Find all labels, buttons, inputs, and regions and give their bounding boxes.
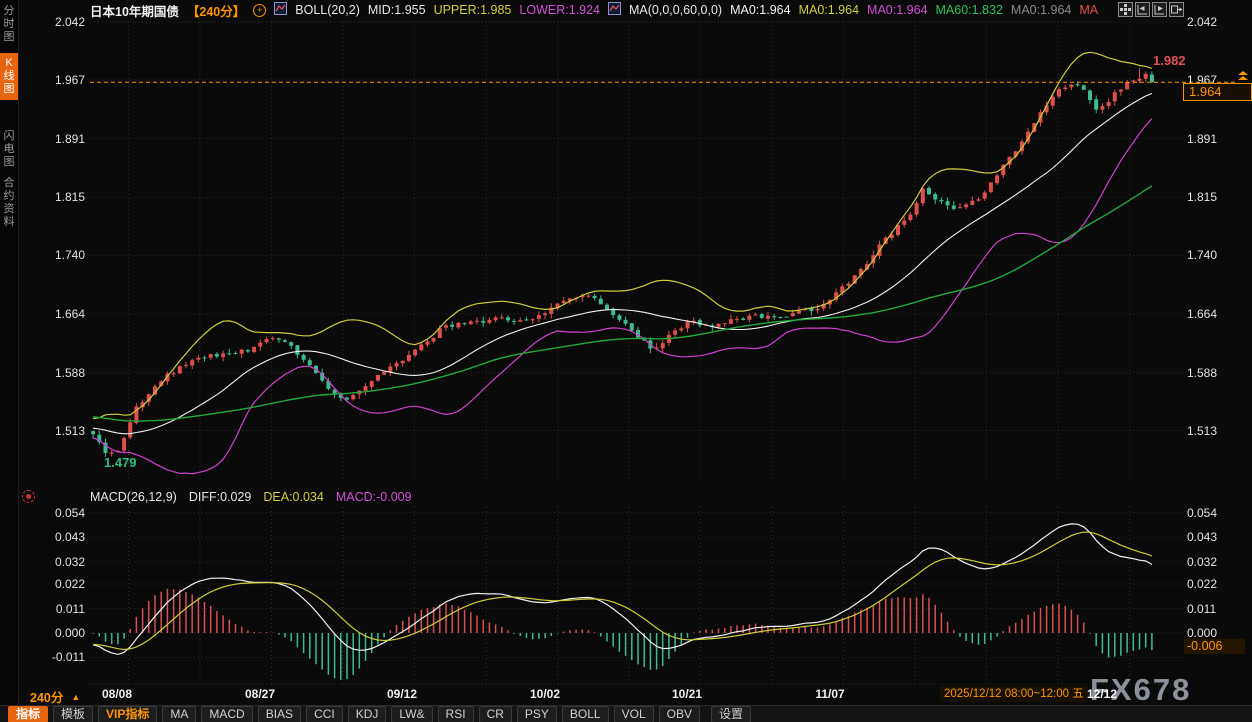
price-tick: 2.042 [1187, 15, 1217, 29]
current-price-box: 1.964 [1183, 83, 1252, 101]
price-tick: 1.815 [33, 190, 85, 204]
macd-macd-value: MACD:-0.009 [336, 490, 412, 504]
sidebar-item-kline-chart[interactable]: K线图 [0, 53, 18, 100]
period-low-label: 1.479 [104, 455, 137, 470]
tab-macd[interactable]: MACD [201, 706, 252, 722]
macd-label: MACD(26,12,9) [90, 490, 177, 504]
macd-tick: 0.043 [33, 530, 85, 544]
mini-chart-icon[interactable] [274, 2, 287, 18]
tab-kdj[interactable]: KDJ [348, 706, 387, 722]
chart-type-sidebar: 分时图 K线图闪电图合约资料 [0, 0, 19, 722]
date-label: 11/07 [815, 687, 844, 701]
pan-right-icon[interactable] [1169, 2, 1184, 17]
price-tick: 1.891 [1187, 132, 1217, 146]
tab-ma[interactable]: MA [162, 706, 196, 722]
tab-bias[interactable]: BIAS [258, 706, 301, 722]
tab-cci[interactable]: CCI [306, 706, 343, 722]
macd-header: MACD(26,12,9) DIFF:0.029 DEA:0.034 MACD:… [90, 490, 412, 504]
boll-upper-value: UPPER:1.985 [434, 3, 512, 17]
tab-obv[interactable]: OBV [659, 706, 700, 722]
macd-current-value-box: -0.006 [1184, 639, 1245, 654]
period-selector[interactable]: 240分 ▲ [30, 687, 80, 706]
move-icon[interactable] [1118, 2, 1133, 17]
tab-settings[interactable]: 设置 [711, 706, 751, 722]
price-tick: 1.513 [1187, 424, 1217, 438]
macd-tick: 0.043 [1187, 530, 1217, 544]
macd-tick: 0.000 [1187, 626, 1217, 640]
sidebar-item-time-chart[interactable]: 分时图 [0, 5, 18, 44]
price-tick: 1.967 [33, 73, 85, 87]
tab-template[interactable]: 模板 [53, 706, 93, 722]
ma-label: MA(0,0,0,60,0,0) [629, 3, 722, 17]
price-tick: 1.588 [33, 366, 85, 380]
zoom-in-icon[interactable] [1152, 2, 1167, 17]
current-session-box: 2025/12/12 08:00~12:00 五 [940, 686, 1088, 702]
macd-tick: 0.022 [33, 577, 85, 591]
chart-header: 日本10年期国债 【240分】 + BOLL(20,2) MID:1.955 U… [90, 2, 1098, 18]
tab-rsi[interactable]: RSI [438, 706, 474, 722]
boll-mid-value: MID:1.955 [368, 3, 426, 17]
chart-window-controls [1118, 2, 1184, 17]
date-label: 08/08 [102, 687, 132, 701]
sidebar-item-contract-info[interactable]: 合约资料 [0, 177, 18, 229]
sidebar-item-lightning-chart[interactable]: 闪电图 [0, 130, 18, 169]
chevron-up-icon: ▲ [71, 692, 80, 702]
date-label: 10/21 [672, 687, 702, 701]
ma-value: MA0:1.964 [867, 3, 927, 17]
price-tick: 1.740 [1187, 248, 1217, 262]
date-label: 08/27 [245, 687, 275, 701]
macd-tick: 0.054 [33, 506, 85, 520]
macd-tick: 0.032 [33, 555, 85, 569]
price-tick: 2.042 [33, 15, 85, 29]
macd-tick: 0.011 [1187, 602, 1216, 616]
macd-tick: -0.011 [33, 650, 85, 664]
price-tick: 1.664 [33, 307, 85, 321]
price-tick: 1.815 [1187, 190, 1217, 204]
crosshair-circle-icon[interactable]: + [253, 4, 266, 17]
price-tick: 1.891 [33, 132, 85, 146]
tab-lwr[interactable]: LW& [391, 706, 432, 722]
tab-indicator[interactable]: 指标 [8, 706, 48, 722]
indicator-toolbar: 指标模板 VIP指标 MA MACD BIAS CCI KDJLW&RSI CR PSY BOLL… [0, 705, 1252, 722]
tab-vip-indicator[interactable]: VIP指标 [98, 706, 157, 722]
zoom-out-icon[interactable] [1135, 2, 1150, 17]
macd-tick: 0.054 [1187, 506, 1217, 520]
ma-values: MA0:1.964 MA0:1.964 MA0:1.964 MA60:1.832 MA0… [730, 3, 1098, 17]
ma-value: MA0:1.964 [799, 3, 859, 17]
ma-value: MA0:1.964 [1011, 3, 1071, 17]
price-marker-icon [1238, 71, 1248, 81]
price-tick: 1.588 [1187, 366, 1217, 380]
ma-value: MA0:1.964 [730, 3, 790, 17]
date-label: 09/12 [387, 687, 417, 701]
boll-label: BOLL(20,2) [295, 3, 360, 17]
macd-dea-value: DEA:0.034 [263, 490, 323, 504]
period-selector-label: 240分 [30, 687, 63, 706]
period-tag: 【240分】 [187, 1, 245, 20]
tab-vol[interactable]: VOL [614, 706, 654, 722]
macd-diff-value: DIFF:0.029 [189, 490, 252, 504]
ma-value: MA60:1.832 [936, 3, 1003, 17]
macd-tick: 0.011 [33, 602, 85, 616]
current-date-label: 12/12 [1087, 687, 1117, 701]
macd-tick: 0.000 [33, 626, 85, 640]
tab-boll[interactable]: BOLL [562, 706, 609, 722]
macd-tick: 0.032 [1187, 555, 1217, 569]
mini-chart-icon[interactable] [608, 2, 621, 18]
period-high-label: 1.982 [1153, 53, 1186, 68]
date-label: 10/02 [530, 687, 560, 701]
chart-canvas[interactable] [0, 0, 1252, 722]
macd-tick: 0.022 [1187, 577, 1217, 591]
ma-value: MA [1079, 3, 1098, 17]
price-tick: 1.740 [33, 248, 85, 262]
trading-app-window: 日本10年期国债 【240分】 + BOLL(20,2) MID:1.955 U… [0, 0, 1252, 722]
instrument-title: 日本10年期国债 [90, 1, 179, 20]
tab-cr[interactable]: CR [479, 706, 512, 722]
time-axis: 240分 ▲ 08/08 08/27 09/12 10/02 10/21 11/07 20… [0, 686, 1252, 704]
boll-lower-value: LOWER:1.924 [519, 3, 600, 17]
price-tick: 1.513 [33, 424, 85, 438]
tab-psy[interactable]: PSY [517, 706, 557, 722]
price-tick: 1.664 [1187, 307, 1217, 321]
panel-resize-handle-icon[interactable] [22, 490, 35, 503]
